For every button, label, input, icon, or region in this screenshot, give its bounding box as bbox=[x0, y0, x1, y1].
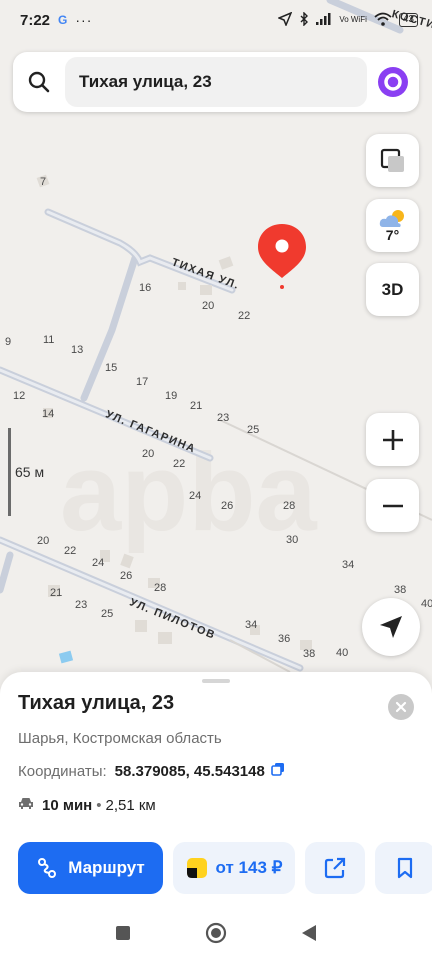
house-number: 34 bbox=[245, 619, 258, 631]
place-subtitle: Шарья, Костромская область bbox=[18, 730, 222, 747]
house-number: 21 bbox=[50, 587, 63, 599]
back-icon[interactable] bbox=[301, 924, 317, 947]
route-info: 10 мин • 2,51 км bbox=[18, 796, 156, 814]
house-number: 28 bbox=[154, 582, 167, 594]
weather-button[interactable]: 7° bbox=[366, 199, 419, 252]
status-bar: 7:22 G ··· Vo WiFi 43 bbox=[0, 0, 432, 40]
house-number: 25 bbox=[247, 424, 260, 436]
location-arrow-icon bbox=[277, 11, 293, 29]
share-button[interactable] bbox=[305, 842, 365, 894]
bluetooth-icon bbox=[299, 10, 309, 29]
route-button-label: Маршрут bbox=[68, 858, 145, 877]
search-icon[interactable] bbox=[13, 70, 65, 94]
my-location-button[interactable] bbox=[362, 598, 420, 656]
taxi-icon bbox=[186, 858, 207, 878]
status-time: 7:22 bbox=[20, 11, 51, 29]
more-notifications-icon: ··· bbox=[75, 12, 93, 28]
house-number: 11 bbox=[43, 334, 55, 346]
house-number: 17 bbox=[136, 376, 149, 388]
plus-icon bbox=[382, 429, 403, 450]
vowifi-label: Vo WiFi bbox=[339, 15, 367, 24]
coordinates-row: Координаты: 58.379085, 45.543148 bbox=[18, 762, 285, 780]
house-number: 22 bbox=[173, 458, 186, 470]
house-number: 22 bbox=[238, 310, 251, 322]
route-icon bbox=[38, 858, 57, 878]
battery-icon: 43 bbox=[398, 13, 418, 27]
house-number: 19 bbox=[165, 390, 178, 402]
house-number: 26 bbox=[120, 570, 133, 582]
house-number: 15 bbox=[105, 362, 118, 374]
recent-apps-icon[interactable] bbox=[115, 925, 131, 946]
weather-icon bbox=[379, 209, 404, 227]
car-icon bbox=[18, 796, 34, 814]
zoom-out-button[interactable] bbox=[366, 479, 419, 532]
3d-button[interactable]: 3D bbox=[366, 263, 419, 316]
route-time: 10 мин bbox=[42, 796, 93, 814]
alice-assistant-icon[interactable] bbox=[367, 66, 419, 98]
house-number: 25 bbox=[101, 608, 114, 620]
house-number: 30 bbox=[286, 534, 299, 546]
location-pin-icon[interactable] bbox=[256, 222, 308, 290]
house-number: 7 bbox=[40, 176, 47, 188]
house-number: 23 bbox=[217, 412, 230, 424]
wifi-icon bbox=[374, 12, 392, 29]
house-number: 13 bbox=[71, 344, 84, 356]
route-separator: • bbox=[96, 796, 102, 814]
map-layers-button[interactable] bbox=[366, 134, 419, 187]
search-bar: Тихая улица, 23 bbox=[13, 52, 419, 112]
coordinates-value[interactable]: 58.379085, 45.543148 bbox=[115, 763, 265, 780]
house-number: 23 bbox=[75, 599, 88, 611]
house-number: 24 bbox=[189, 490, 202, 502]
house-number: 9 bbox=[5, 336, 12, 348]
house-number: 26 bbox=[221, 500, 234, 512]
route-distance: 2,51 км bbox=[105, 796, 156, 814]
house-number: 38 bbox=[303, 648, 316, 660]
map-scale-bar bbox=[8, 428, 11, 516]
house-number: 36 bbox=[278, 633, 291, 645]
sheet-drag-handle[interactable] bbox=[202, 679, 230, 683]
coordinates-label: Координаты: bbox=[18, 762, 107, 780]
google-icon: G bbox=[58, 13, 68, 27]
house-number: 40 bbox=[336, 647, 349, 659]
share-icon bbox=[324, 857, 346, 879]
layers-icon bbox=[380, 148, 404, 172]
zoom-in-button[interactable] bbox=[366, 413, 419, 466]
house-number: 14 bbox=[42, 408, 55, 420]
action-buttons: Маршрут от 143 ₽ bbox=[18, 842, 432, 894]
weather-temp: 7° bbox=[385, 226, 400, 243]
house-number: 28 bbox=[283, 500, 296, 512]
bookmark-button[interactable] bbox=[375, 842, 432, 894]
close-icon bbox=[395, 701, 407, 713]
house-number: 20 bbox=[202, 300, 215, 312]
house-number: 20 bbox=[37, 535, 50, 547]
system-nav-bar bbox=[0, 910, 432, 960]
place-title: Тихая улица, 23 bbox=[18, 692, 175, 714]
home-icon[interactable] bbox=[205, 922, 227, 949]
house-number: 22 bbox=[64, 545, 77, 557]
minus-icon bbox=[382, 504, 403, 507]
taxi-button[interactable]: от 143 ₽ bbox=[173, 842, 295, 894]
house-number: 34 bbox=[342, 559, 355, 571]
house-number: 20 bbox=[142, 448, 155, 460]
house-number: 40 bbox=[421, 598, 432, 610]
house-number: 16 bbox=[139, 282, 152, 294]
signal-icon bbox=[316, 12, 332, 28]
bookmark-icon bbox=[397, 857, 413, 879]
search-input[interactable]: Тихая улица, 23 bbox=[65, 57, 367, 107]
house-number: 24 bbox=[92, 557, 105, 569]
3d-label: 3D bbox=[381, 279, 404, 299]
house-number: 12 bbox=[13, 390, 26, 402]
house-number: 21 bbox=[190, 400, 203, 412]
close-button[interactable] bbox=[388, 694, 414, 720]
house-number: 38 bbox=[394, 584, 407, 596]
taxi-price: от 143 ₽ bbox=[215, 858, 283, 877]
map-scale-label: 65 м bbox=[15, 464, 45, 480]
route-button[interactable]: Маршрут bbox=[18, 842, 163, 894]
navigation-arrow-icon bbox=[380, 616, 402, 638]
copy-icon[interactable] bbox=[271, 762, 285, 780]
